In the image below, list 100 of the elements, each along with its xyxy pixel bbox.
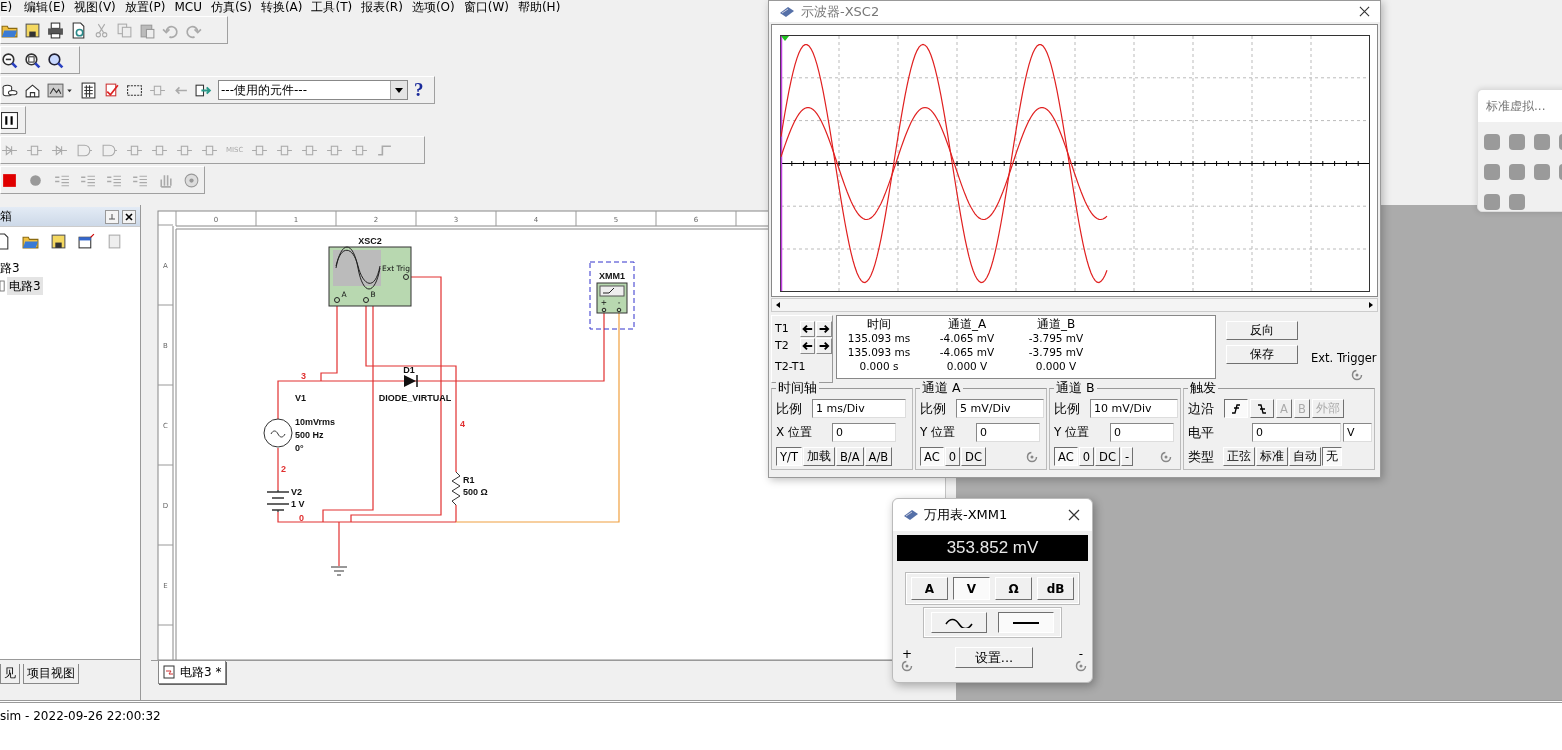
menu-item[interactable]: E) xyxy=(0,1,25,14)
scissors-icon[interactable] xyxy=(93,21,110,39)
function-button[interactable]: V xyxy=(953,577,990,600)
close-icon[interactable] xyxy=(1359,6,1370,17)
menu-item[interactable]: 仿真(S) xyxy=(210,1,261,14)
print-preview-icon[interactable] xyxy=(70,21,87,39)
type-button[interactable]: 正弦 xyxy=(1223,447,1255,466)
multimeter-symbol[interactable] xyxy=(596,282,628,314)
terminal-icon[interactable] xyxy=(1160,450,1172,463)
menu-item[interactable]: 报表(R) xyxy=(361,1,412,14)
oscilloscope-symbol[interactable] xyxy=(328,246,412,307)
position-field[interactable]: 0 xyxy=(1110,423,1174,442)
mode-button[interactable]: A/B xyxy=(864,447,893,466)
action-button[interactable]: 反向 xyxy=(1226,321,1298,340)
document-icon[interactable] xyxy=(106,232,123,250)
menu-item[interactable]: 工具(T) xyxy=(311,1,362,14)
settings-button[interactable]: 设置... xyxy=(955,647,1033,668)
save-icon[interactable] xyxy=(50,232,67,250)
ground-symbol[interactable] xyxy=(330,566,348,576)
printer-icon[interactable] xyxy=(47,21,64,39)
function-button[interactable]: dB xyxy=(1037,577,1074,600)
document-tab[interactable]: 电路3 * xyxy=(158,661,227,684)
type-button[interactable]: 自动 xyxy=(1289,447,1321,466)
terminal-icon[interactable] xyxy=(901,660,913,672)
rising-edge-button[interactable] xyxy=(1224,399,1248,418)
menu-item[interactable]: 编辑(E) xyxy=(24,1,75,14)
group-title: 时间轴 xyxy=(776,381,819,395)
terminal-icon[interactable] xyxy=(1075,660,1087,672)
terminal-label: + xyxy=(901,649,913,660)
close-icon[interactable] xyxy=(1068,509,1080,521)
menu-item[interactable]: 帮助(H) xyxy=(517,1,570,14)
scrollbar[interactable] xyxy=(771,298,1378,312)
resistor-symbol[interactable] xyxy=(451,471,461,506)
mode-button[interactable]: B/A xyxy=(835,447,864,466)
type-button[interactable]: 无 xyxy=(1322,447,1342,466)
function-button[interactable]: Ω xyxy=(995,577,1032,600)
dc-mode-button[interactable] xyxy=(998,612,1054,633)
stop-icon[interactable] xyxy=(1,171,18,189)
terminal-icon[interactable] xyxy=(1026,450,1038,463)
instrument-icon[interactable] xyxy=(1509,194,1525,210)
tree-item[interactable]: 电路3 xyxy=(7,277,43,295)
ac-source-symbol[interactable] xyxy=(263,418,293,448)
level-field[interactable]: 0 xyxy=(1252,423,1341,442)
falling-edge-button[interactable] xyxy=(1250,399,1274,418)
position-field[interactable]: 0 xyxy=(832,423,896,442)
house-icon[interactable] xyxy=(24,81,41,99)
instrument-icon[interactable] xyxy=(1534,164,1550,180)
terminal-label: - xyxy=(1078,649,1084,660)
chart-icon[interactable] xyxy=(47,81,64,99)
scale-field[interactable]: 1 ms/Div xyxy=(812,399,906,418)
menu-item[interactable]: 视图(V) xyxy=(74,1,125,14)
tree-item[interactable]: 路3 xyxy=(0,259,140,277)
zoom-icon[interactable] xyxy=(47,51,64,69)
component-dropdown[interactable]: ---使用的元件--- xyxy=(218,80,408,100)
scale-field[interactable]: 5 mV/Div xyxy=(956,399,1044,418)
diode-symbol[interactable] xyxy=(404,374,418,388)
menu-item[interactable]: 窗口(W) xyxy=(463,1,518,14)
coupling-button[interactable]: AC xyxy=(1054,447,1078,466)
zoom-out-icon[interactable] xyxy=(1,51,18,69)
coupling-button[interactable]: - xyxy=(1120,447,1134,466)
pause-icon[interactable] xyxy=(1,111,18,129)
battery-symbol[interactable] xyxy=(266,489,290,513)
function-button[interactable]: A xyxy=(911,577,948,600)
zoom-in-icon[interactable] xyxy=(24,51,41,69)
coupling-button[interactable]: DC xyxy=(961,447,986,466)
instrument-icon[interactable] xyxy=(1534,134,1550,150)
menu-item[interactable]: MCU xyxy=(174,1,211,14)
instrument-icon[interactable] xyxy=(1484,194,1500,210)
menu-item[interactable]: 转换(A) xyxy=(260,1,312,14)
panel-tab[interactable]: 项目视图 xyxy=(23,664,79,684)
coupling-button[interactable]: AC xyxy=(920,447,944,466)
coupling-button[interactable]: DC xyxy=(1095,447,1120,466)
coupling-button[interactable]: 0 xyxy=(944,447,961,466)
action-button[interactable]: 保存 xyxy=(1226,345,1298,364)
close-icon[interactable] xyxy=(122,209,136,224)
mode-button[interactable]: 加载 xyxy=(802,447,835,466)
instrument-icon[interactable] xyxy=(1484,164,1500,180)
coupling-button[interactable]: 0 xyxy=(1078,447,1095,466)
check-icon[interactable] xyxy=(103,81,120,99)
instrument-icon[interactable] xyxy=(1484,134,1500,150)
copy-icon[interactable] xyxy=(116,21,133,39)
panel-tab[interactable]: 见 xyxy=(0,664,20,684)
scale-field[interactable]: 10 mV/Div xyxy=(1090,399,1178,418)
help-button[interactable]: ? xyxy=(414,79,424,101)
component-value: 10mVrms xyxy=(295,417,336,427)
instrument-icon[interactable] xyxy=(1509,164,1525,180)
table-cell-text: 135.093 ms xyxy=(846,331,912,345)
grid-icon[interactable] xyxy=(80,81,97,99)
type-button[interactable]: 标准 xyxy=(1256,447,1288,466)
position-field[interactable]: 0 xyxy=(976,423,1040,442)
mode-button[interactable]: Y/T xyxy=(776,447,802,466)
instrument-icon[interactable] xyxy=(1509,134,1525,150)
unit-field[interactable]: V xyxy=(1342,423,1372,442)
cursor-marker-icon[interactable] xyxy=(781,36,789,41)
menu-item[interactable]: 选项(O) xyxy=(411,1,464,14)
menu-item[interactable]: 放置(P) xyxy=(124,1,175,14)
terminal-icon[interactable] xyxy=(1350,369,1363,381)
window-icon[interactable] xyxy=(78,232,95,250)
save-icon[interactable] xyxy=(24,21,41,39)
ac-mode-button[interactable] xyxy=(931,612,987,633)
